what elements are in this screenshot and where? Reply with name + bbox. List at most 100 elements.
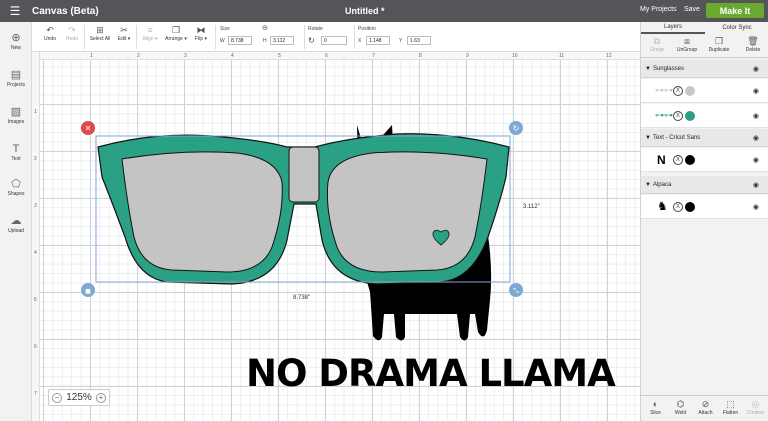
eye-icon[interactable]: ◉ (753, 134, 759, 142)
flip-menu[interactable]: ⧓ Flip ▾ (191, 25, 211, 42)
align-menu[interactable]: ≡ Align ▾ (138, 25, 162, 42)
layer-group-text[interactable]: ▼ Text - Cricut Sans ◉ (641, 129, 768, 147)
sidebar-item-text[interactable]: T Text (0, 143, 32, 162)
slice-label: Slice (650, 410, 661, 416)
tab-layers[interactable]: Layers (641, 22, 705, 34)
layer-row[interactable]: ⊶⊶ X ◉ (641, 104, 768, 128)
flip-icon: ⧓ (196, 25, 206, 35)
sunglasses-image[interactable] (97, 133, 510, 285)
ruler-mark: 11 (559, 53, 565, 59)
caret-down-icon[interactable]: ▼ (645, 182, 651, 188)
sidebar-label: Text (11, 156, 21, 162)
layer-row[interactable]: ⊶⊶ X ◉ (641, 79, 768, 103)
edit-menu[interactable]: ✂ Edit ▾ (114, 25, 134, 42)
x-position-field[interactable]: 1.148 (366, 36, 390, 45)
zoom-out-button[interactable]: − (52, 392, 62, 403)
redo-icon: ↷ (68, 25, 76, 35)
sidebar-item-projects[interactable]: ▤ Projects (0, 69, 32, 88)
image-icon: ▨ (10, 106, 22, 118)
select-all-button[interactable]: ⊞ Select All (87, 25, 113, 42)
layer-group-sunglasses[interactable]: ▼ Sunglasses ◉ (641, 60, 768, 78)
ungroup-button[interactable]: ⧈ UnGroup (671, 36, 703, 53)
ruler-mark: 2 (137, 53, 140, 59)
group-button[interactable]: ⧉ Group (641, 36, 673, 53)
layer-row[interactable]: ♞ X ◉ (641, 195, 768, 219)
y-label: Y (399, 38, 403, 44)
arrange-icon: ❐ (171, 25, 181, 35)
layer-tools: ⧉ Group ⧈ UnGroup ❐ Duplicate 🗑 Delete (641, 34, 768, 58)
zoom-in-button[interactable]: + (95, 392, 106, 403)
align-label: Align (142, 36, 154, 42)
sidebar-item-images[interactable]: ▨ Images (0, 106, 32, 125)
app-title: Canvas (Beta) (32, 5, 99, 17)
weld-button[interactable]: ⌬ Weld (668, 399, 693, 416)
caret-down-icon[interactable]: ▼ (645, 66, 651, 72)
color-swatch[interactable] (685, 202, 695, 212)
slogan-text[interactable]: NO DRAMA LLAMA (246, 352, 616, 395)
layer-group-alpaca[interactable]: ▼ Alpaca ◉ (641, 176, 768, 194)
document-title[interactable]: Untitled * (345, 6, 385, 16)
layer-row[interactable]: N X ◉ (641, 148, 768, 172)
ruler-mark: 7 (372, 53, 375, 59)
eye-icon[interactable]: ◉ (753, 112, 759, 120)
save-link[interactable]: Save (684, 6, 700, 13)
operation-icon[interactable]: X (673, 202, 683, 212)
y-position-field[interactable]: 1.63 (407, 36, 431, 45)
ungroup-icon: ⧈ (684, 36, 690, 46)
group-name: Sunglasses (652, 65, 684, 72)
width-field[interactable]: 8.738 (228, 36, 252, 45)
ruler-mark: 9 (466, 53, 469, 59)
left-ruler: 1 2 3 4 5 6 7 (32, 52, 40, 421)
sidebar-item-new[interactable]: ⊕ New (0, 32, 32, 51)
eye-icon[interactable]: ◉ (753, 65, 759, 73)
height-measurement: 3.112" (523, 204, 540, 210)
ruler-mark: 4 (34, 250, 37, 256)
operation-icon[interactable]: X (673, 155, 683, 165)
hamburger-icon[interactable]: ☰ (0, 0, 30, 22)
duplicate-label: Duplicate (708, 47, 730, 53)
caret-down-icon[interactable]: ▼ (645, 135, 651, 141)
lock-ratio-icon[interactable]: ⊝ (262, 24, 268, 32)
group-name: Alpaca (652, 181, 672, 188)
sidebar-item-shapes[interactable]: ⬠ Shapes (0, 178, 32, 197)
delete-label: Delete (745, 47, 761, 53)
svg-text:↻: ↻ (513, 124, 520, 133)
operation-icon[interactable]: X (673, 86, 683, 96)
operation-icon[interactable]: X (673, 111, 683, 121)
svg-text:■: ■ (85, 288, 91, 295)
color-swatch[interactable] (685, 155, 695, 165)
undo-icon: ↶ (46, 25, 54, 35)
sidebar-item-upload[interactable]: ☁ Upload (0, 215, 32, 234)
rotate-field[interactable]: 0 (321, 36, 347, 45)
contour-button[interactable]: ◎ Contour (743, 399, 768, 416)
duplicate-button[interactable]: ❐ Duplicate (703, 36, 735, 53)
my-projects-link[interactable]: My Projects (640, 6, 677, 13)
height-field[interactable]: 3.112 (270, 36, 294, 45)
toolbar-divider (136, 25, 137, 49)
make-it-button[interactable]: Make It (706, 3, 764, 18)
eye-icon[interactable]: ◉ (753, 181, 759, 189)
width-measurement: 8.738" (293, 295, 311, 301)
color-swatch[interactable] (685, 111, 695, 121)
tab-color-sync[interactable]: Color Sync (705, 22, 768, 34)
llama-thumbnail-icon: ♞ (657, 199, 668, 213)
slice-button[interactable]: ◐ Slice (643, 399, 668, 416)
flatten-button[interactable]: ⬚ Flatten (718, 399, 743, 416)
eye-icon[interactable]: ◉ (753, 87, 759, 95)
attach-button[interactable]: ⊘ Attach (693, 399, 718, 416)
arrange-menu[interactable]: ❐ Arrange ▾ (163, 25, 189, 42)
color-swatch[interactable] (685, 86, 695, 96)
shapes-icon: ⬠ (11, 178, 21, 190)
undo-button[interactable]: ↶ Undo (40, 25, 60, 42)
redo-button[interactable]: ↷ Redo (62, 25, 82, 42)
sunglasses-thumbnail-icon: ⊶⊶ (655, 110, 673, 120)
arrange-label: Arrange (165, 36, 183, 42)
eye-icon[interactable]: ◉ (753, 156, 759, 164)
toolbar-divider (354, 25, 355, 49)
paperclip-icon: ⊘ (701, 399, 710, 409)
eye-icon[interactable]: ◉ (753, 203, 759, 211)
delete-button[interactable]: 🗑 Delete (737, 36, 768, 53)
group-icon: ⧉ (653, 36, 661, 46)
ruler-mark: 7 (34, 391, 37, 397)
weld-label: Weld (674, 410, 687, 416)
